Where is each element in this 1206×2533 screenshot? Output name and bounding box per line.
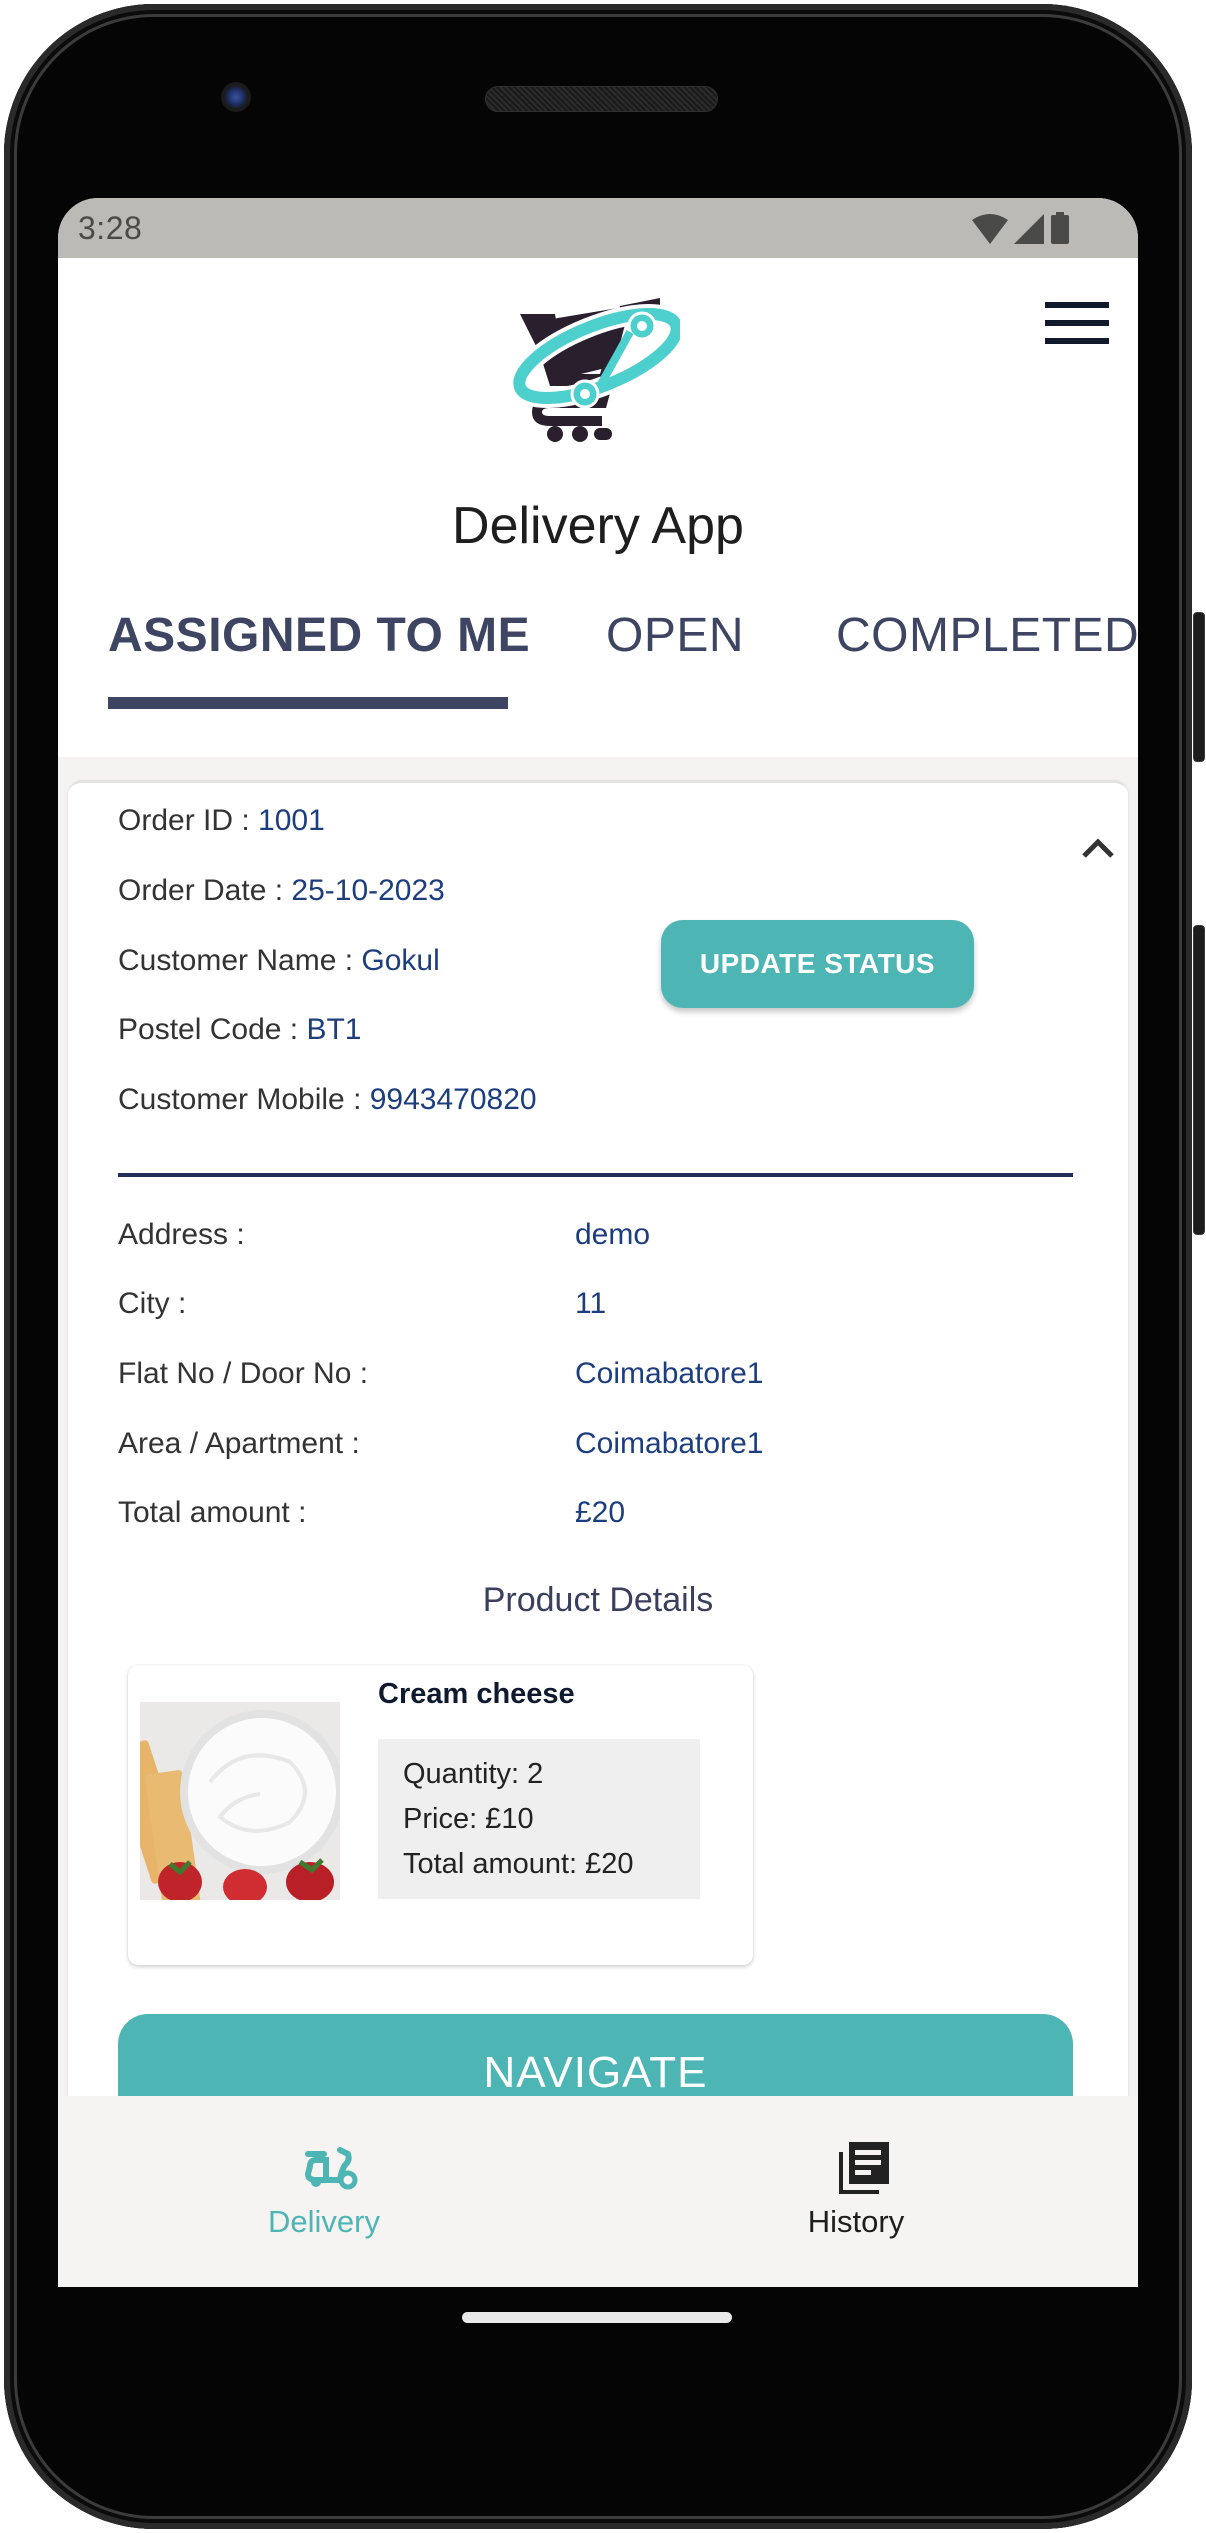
- cream-cheese-photo: [140, 1702, 340, 1900]
- app-screen: 3:28 Delivery App ASSIGNED TO ME OPEN CO…: [58, 198, 1138, 2287]
- shopping-cart-logo: [510, 298, 680, 442]
- home-indicator[interactable]: [462, 2312, 732, 2323]
- nav-item-delivery[interactable]: Delivery: [58, 2096, 598, 2287]
- flat-door-value: Coimabatore1: [575, 1357, 764, 1390]
- tab-open[interactable]: OPEN: [606, 608, 744, 663]
- postal-code-value: BT1: [306, 1013, 362, 1046]
- bottom-navigation: Delivery History: [58, 2096, 1138, 2287]
- customer-mobile-row: Customer Mobile : 9943470820: [118, 1083, 537, 1117]
- area-apartment-label: Area / Apartment :: [118, 1427, 360, 1460]
- customer-name-row: Customer Name : Gokul: [118, 944, 440, 978]
- customer-mobile-value[interactable]: 9943470820: [370, 1083, 537, 1116]
- product-total: Total amount: £20: [403, 1848, 634, 1880]
- active-tab-indicator: [108, 697, 508, 709]
- tab-assigned-to-me[interactable]: ASSIGNED TO ME: [108, 608, 530, 663]
- nav-label-history: History: [807, 2204, 905, 2239]
- area-apartment-value: Coimabatore1: [575, 1427, 764, 1460]
- section-divider: [118, 1173, 1073, 1177]
- update-status-button[interactable]: UPDATE STATUS: [661, 920, 974, 1008]
- address-value: demo: [575, 1218, 651, 1251]
- address-label: Address :: [118, 1218, 245, 1251]
- order-date-value: 25-10-2023: [291, 874, 445, 907]
- history-icon: [839, 2142, 889, 2194]
- flat-door-label: Flat No / Door No :: [118, 1357, 369, 1390]
- battery-icon: [1051, 212, 1069, 244]
- status-time: 3:28: [78, 210, 143, 246]
- product-quantity: Quantity: 2: [403, 1758, 544, 1790]
- order-id-value: 1001: [258, 804, 325, 837]
- front-camera: [221, 82, 251, 112]
- app-title: Delivery App: [452, 497, 744, 555]
- earpiece-speaker: [485, 86, 718, 112]
- volume-button: [1193, 925, 1205, 1235]
- chevron-up-icon[interactable]: [1080, 834, 1116, 862]
- customer-name-label: Customer Name :: [118, 944, 362, 977]
- navigate-label: NAVIGATE: [483, 2048, 708, 2097]
- tab-completed[interactable]: COMPLETED: [836, 608, 1138, 663]
- total-amount-label: Total amount :: [118, 1496, 307, 1529]
- city-label: City :: [118, 1287, 187, 1320]
- customer-name-value: Gokul: [361, 944, 440, 977]
- nav-label-delivery: Delivery: [268, 2204, 380, 2239]
- menu-bar: [1045, 338, 1109, 344]
- menu-bar: [1045, 320, 1109, 326]
- product-name: Cream cheese: [378, 1678, 575, 1710]
- customer-mobile-label: Customer Mobile :: [118, 1083, 370, 1116]
- order-date-row: Order Date : 25-10-2023: [118, 874, 445, 908]
- scooter-icon: [304, 2147, 358, 2190]
- product-details-box: Quantity: 2 Price: £10 Total amount: £20: [378, 1739, 700, 1899]
- wifi-icon: [972, 214, 1008, 244]
- status-icons: [972, 212, 1070, 244]
- status-bar: 3:28: [58, 198, 1138, 258]
- city-value: 11: [575, 1287, 607, 1320]
- power-button: [1193, 612, 1205, 762]
- tab-bar: ASSIGNED TO ME OPEN COMPLETED: [58, 608, 1138, 709]
- product-card: Cream cheese Quantity: 2 Price: £10 Tota…: [128, 1665, 753, 1965]
- hamburger-menu-icon[interactable]: [1043, 302, 1111, 350]
- order-id-row: Order ID : 1001: [118, 804, 325, 838]
- order-date-label: Order Date :: [118, 874, 292, 907]
- menu-bar: [1045, 302, 1109, 308]
- postal-code-label: Postel Code :: [118, 1013, 307, 1046]
- postal-code-row: Postel Code : BT1: [118, 1013, 361, 1047]
- cell-signal-icon: [1014, 214, 1044, 244]
- total-amount-value: £20: [575, 1496, 626, 1529]
- product-price: Price: £10: [403, 1803, 534, 1835]
- product-details-heading: Product Details: [482, 1581, 714, 1619]
- order-id-label: Order ID :: [118, 804, 259, 837]
- product-image: [140, 1702, 340, 1900]
- nav-item-history[interactable]: History: [598, 2096, 1138, 2287]
